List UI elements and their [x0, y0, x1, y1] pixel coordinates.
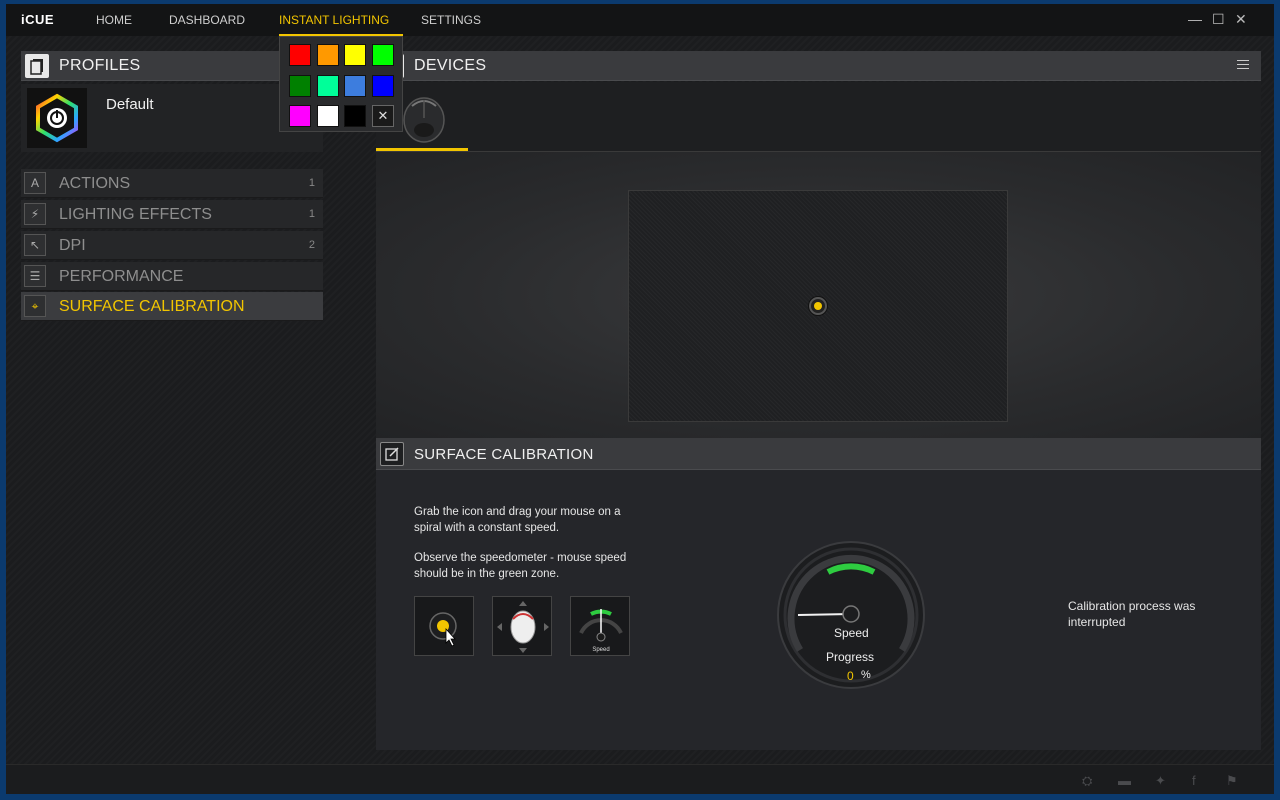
speedometer-step: Speed: [570, 596, 630, 656]
devices-title: DEVICES: [414, 57, 487, 74]
surface-calibration-header: SURFACE CALIBRATION: [376, 438, 1261, 470]
menu-item-label: DPI: [59, 237, 86, 254]
color-swatch-light-blue[interactable]: [344, 75, 366, 97]
calibration-status: Calibration process was interrupted: [1068, 599, 1196, 629]
calibration-target-dot: [809, 297, 827, 315]
instruction-text-1: Grab the icon and drag your mouse on a s…: [414, 506, 621, 534]
icue-profile-icon: [27, 88, 87, 148]
minimize-button[interactable]: —: [1188, 11, 1202, 27]
mouse-device-thumbnail[interactable]: [398, 92, 448, 144]
clear-color-button[interactable]: ✕: [372, 105, 394, 127]
profiles-icon: [25, 54, 49, 78]
menu-item-count: 1: [308, 208, 315, 220]
profiles-title: PROFILES: [59, 57, 141, 74]
nav-settings[interactable]: SETTINGS: [421, 13, 481, 27]
menu-item-label: ACTIONS: [59, 175, 131, 192]
step-speed-label: Speed: [592, 647, 609, 653]
profiles-header: PROFILES: [21, 51, 323, 81]
color-swatch-green[interactable]: [289, 75, 311, 97]
menu-item-label: LIGHTING EFFECTS: [59, 206, 212, 223]
menu-item-actions[interactable]: A ACTIONS 1: [21, 169, 323, 198]
icue-window: iCUE HOME DASHBOARD INSTANT LIGHTING SET…: [6, 4, 1274, 794]
device-active-underline: [376, 148, 468, 151]
instant-lighting-color-picker: ✕: [279, 36, 403, 132]
menu-item-lighting-effects[interactable]: ⚡ LIGHTING EFFECTS 1: [21, 200, 323, 229]
calibration-panel: Grab the icon and drag your mouse on a s…: [376, 470, 1261, 750]
devices-header: ▭ DEVICES: [376, 51, 1261, 81]
close-button[interactable]: ✕: [1235, 11, 1247, 28]
menu-item-dpi[interactable]: ↖ DPI 2: [21, 231, 323, 260]
color-swatch-blue[interactable]: [372, 75, 394, 97]
facebook-icon[interactable]: f: [1192, 773, 1196, 788]
profile-name: Default: [106, 96, 154, 113]
surface-calibration-title: SURFACE CALIBRATION: [414, 446, 594, 463]
gauge-speed-label: Speed: [834, 626, 869, 640]
maximize-button[interactable]: ☐: [1212, 11, 1225, 28]
menu-item-surface-calibration[interactable]: ⌖ SURFACE CALIBRATION: [21, 292, 323, 321]
menu-item-label: SURFACE CALIBRATION: [59, 298, 245, 315]
menu-item-count: 2: [308, 239, 315, 251]
gauge-progress-label: Progress: [826, 650, 875, 664]
color-swatch-orange[interactable]: [317, 44, 339, 66]
corsair-icon[interactable]: ⚑: [1226, 773, 1238, 789]
color-swatch-black[interactable]: [344, 105, 366, 127]
app-logo: iCUE: [21, 12, 55, 27]
twitter-icon[interactable]: ✦: [1155, 773, 1166, 789]
nav-dashboard[interactable]: DASHBOARD: [169, 13, 245, 27]
support-icon[interactable]: ⛭: [1082, 773, 1092, 789]
letter-a-icon: A: [24, 172, 46, 194]
crosshair-icon: ⌖: [24, 295, 46, 317]
menu-item-label: PERFORMANCE: [59, 268, 184, 285]
progress-value: 0: [847, 669, 854, 683]
forum-icon[interactable]: ▬: [1118, 773, 1131, 788]
lightning-icon: ⚡: [24, 203, 46, 225]
nav-home[interactable]: HOME: [96, 13, 132, 27]
color-swatch-lime[interactable]: [372, 44, 394, 66]
sliders-icon: ☰: [24, 265, 46, 287]
color-swatch-yellow[interactable]: [344, 44, 366, 66]
drag-icon-step[interactable]: [414, 596, 474, 656]
cursor-icon: ↖: [24, 234, 46, 256]
top-nav-bar: iCUE HOME DASHBOARD INSTANT LIGHTING SET…: [6, 4, 1274, 36]
mousepad-surface: [628, 190, 1008, 422]
progress-unit: %: [861, 669, 871, 681]
color-swatch-red[interactable]: [289, 44, 311, 66]
device-strip: [376, 82, 1261, 152]
move-mouse-step: [492, 596, 552, 656]
menu-item-performance[interactable]: ☰ PERFORMANCE: [21, 262, 323, 291]
hamburger-menu-icon[interactable]: [1237, 60, 1249, 70]
menu-item-count: 1: [308, 177, 315, 189]
bottom-bar: ⛭ ▬ ✦ f ⚑: [6, 764, 1274, 794]
profile-item-default[interactable]: Default: [21, 84, 323, 152]
nav-instant-lighting[interactable]: INSTANT LIGHTING: [279, 13, 389, 27]
color-swatch-mint[interactable]: [317, 75, 339, 97]
speedometer-gauge: [776, 540, 926, 690]
color-swatch-magenta[interactable]: [289, 105, 311, 127]
surface-preview-area: [376, 152, 1261, 438]
color-swatch-white[interactable]: [317, 105, 339, 127]
instruction-text-2: Observe the speedometer - mouse speed sh…: [414, 552, 627, 580]
edit-icon: [380, 442, 404, 466]
